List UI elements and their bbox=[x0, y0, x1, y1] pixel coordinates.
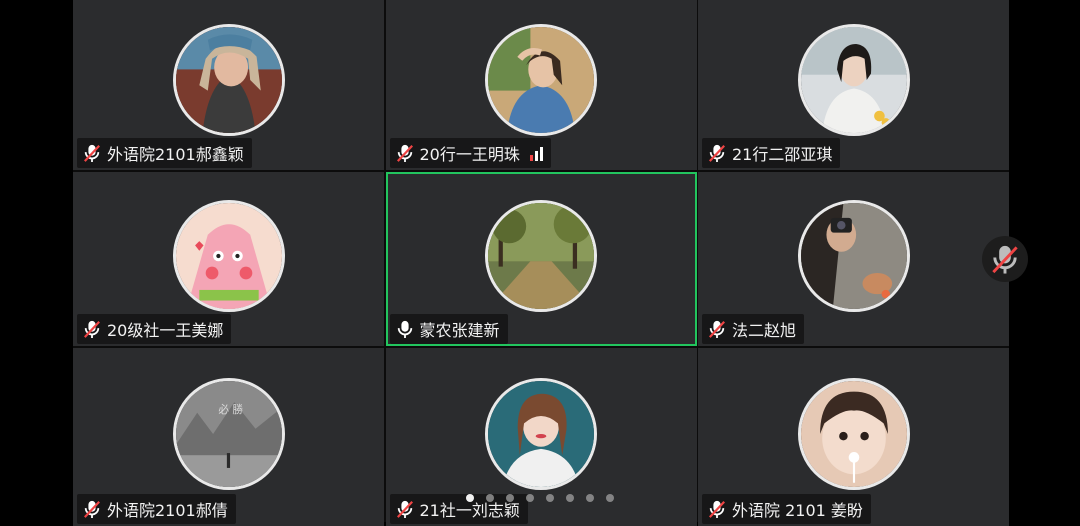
video-grid: 外语院2101郝鑫颖 20行一王明珠 21行二邵亚琪 20级社一王美娜 蒙农张建… bbox=[73, 0, 1009, 526]
mute-toggle-button[interactable] bbox=[982, 236, 1028, 282]
participant-avatar bbox=[797, 24, 910, 136]
mic-muted-icon bbox=[84, 500, 100, 518]
mic-on-icon bbox=[397, 320, 412, 338]
participant-name: 外语院2101郝鑫颖 bbox=[107, 145, 244, 164]
signal-strength-icon bbox=[529, 145, 543, 161]
participant-tile[interactable]: 20行一王明珠 bbox=[385, 0, 697, 170]
participant-avatar bbox=[485, 24, 597, 136]
svg-text:必 勝: 必 勝 bbox=[218, 403, 243, 416]
mic-muted-icon bbox=[992, 245, 1018, 274]
participant-label: 蒙农张建新 bbox=[389, 314, 508, 344]
page-dot[interactable] bbox=[506, 494, 514, 502]
participant-avatar: 必 勝 bbox=[172, 378, 285, 490]
participant-tile[interactable]: 必 勝 外语院2101郝倩 bbox=[73, 348, 384, 526]
participant-label: 外语院 2101 姜盼 bbox=[702, 494, 871, 524]
participant-label: 外语院2101郝鑫颖 bbox=[77, 138, 252, 168]
participant-name: 法二赵旭 bbox=[732, 321, 797, 340]
mic-muted-icon bbox=[84, 320, 100, 338]
mic-muted-icon bbox=[396, 144, 413, 162]
participant-name: 外语院 2101 姜盼 bbox=[732, 501, 863, 520]
participant-avatar bbox=[172, 200, 285, 312]
page-indicator[interactable] bbox=[466, 494, 614, 502]
page-dot[interactable] bbox=[586, 494, 594, 502]
mic-muted-icon bbox=[709, 500, 725, 518]
mic-muted-icon bbox=[396, 500, 413, 518]
page-dot[interactable] bbox=[546, 494, 554, 502]
participant-label: 20行一王明珠 bbox=[389, 138, 551, 168]
participant-label: 法二赵旭 bbox=[702, 314, 805, 344]
participant-tile[interactable]: 20级社一王美娜 bbox=[73, 172, 384, 346]
page-dot[interactable] bbox=[526, 494, 534, 502]
participant-tile[interactable]: 外语院2101郝鑫颖 bbox=[73, 0, 384, 170]
page-dot[interactable] bbox=[486, 494, 494, 502]
participant-avatar bbox=[485, 200, 597, 312]
participant-name: 21行二邵亚琪 bbox=[732, 145, 833, 164]
participant-tile[interactable]: 21行二邵亚琪 bbox=[698, 0, 1009, 170]
mic-muted-icon bbox=[84, 144, 100, 162]
participant-label: 21行二邵亚琪 bbox=[702, 138, 841, 168]
participant-avatar bbox=[797, 378, 910, 490]
mic-muted-icon bbox=[709, 144, 725, 162]
mic-muted-icon bbox=[709, 320, 725, 338]
participant-name: 20行一王明珠 bbox=[419, 145, 520, 164]
page-dot[interactable] bbox=[466, 494, 474, 502]
participant-avatar bbox=[485, 378, 597, 490]
participant-label: 外语院2101郝倩 bbox=[77, 494, 236, 524]
participant-name: 外语院2101郝倩 bbox=[107, 501, 228, 520]
participant-avatar bbox=[172, 24, 285, 136]
participant-name: 20级社一王美娜 bbox=[107, 321, 224, 340]
page-dot[interactable] bbox=[606, 494, 614, 502]
participant-tile[interactable]: 法二赵旭 bbox=[698, 172, 1009, 346]
page-dot[interactable] bbox=[566, 494, 574, 502]
participant-name: 蒙农张建新 bbox=[419, 321, 500, 340]
participant-tile-active-speaker[interactable]: 蒙农张建新 bbox=[385, 172, 697, 346]
participant-tile[interactable]: 外语院 2101 姜盼 bbox=[698, 348, 1009, 526]
participant-avatar bbox=[797, 200, 910, 312]
participant-label: 20级社一王美娜 bbox=[77, 314, 232, 344]
